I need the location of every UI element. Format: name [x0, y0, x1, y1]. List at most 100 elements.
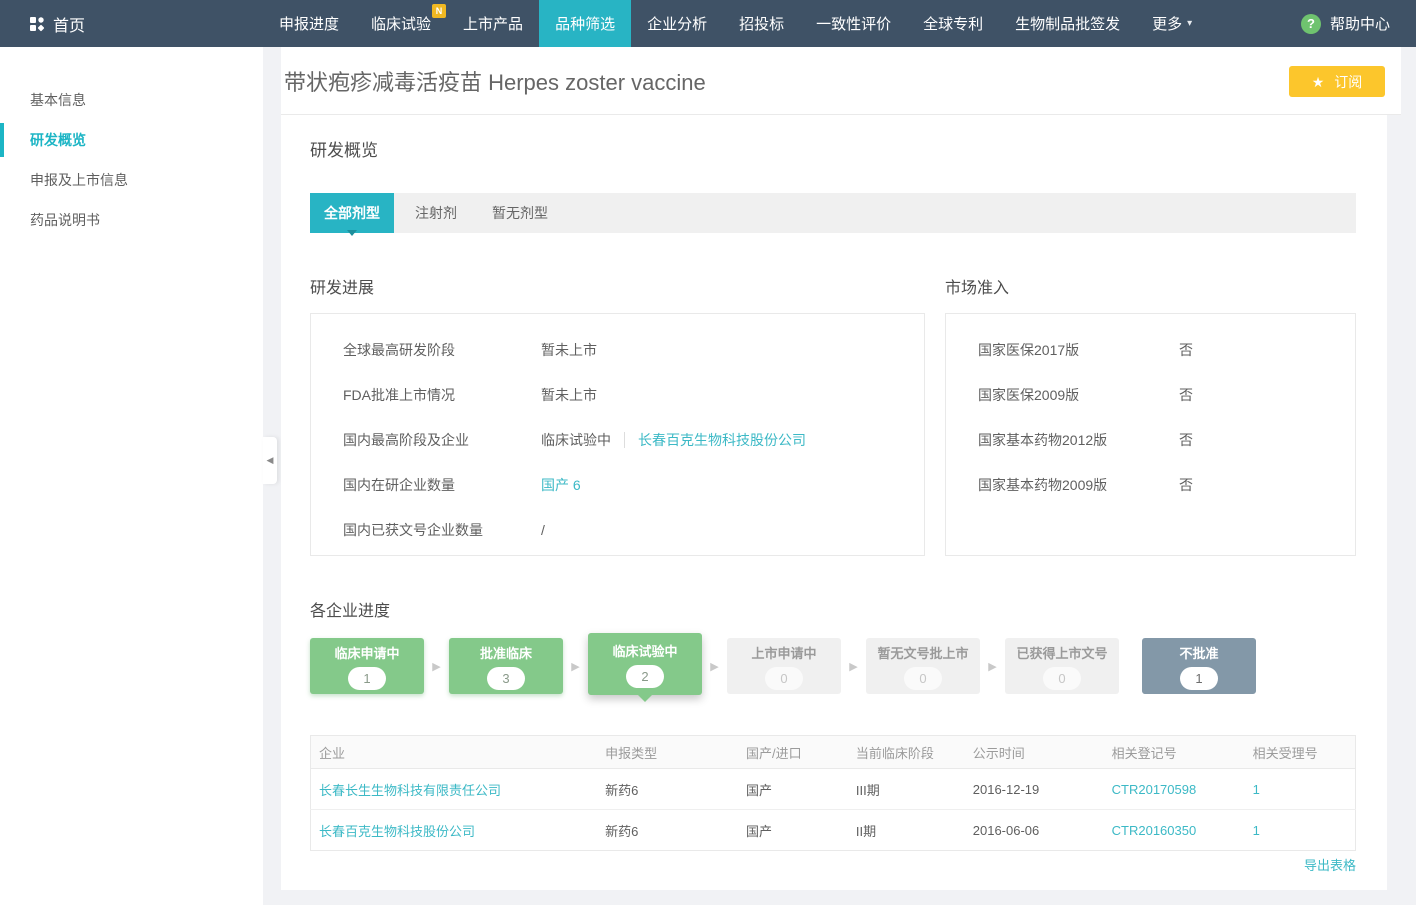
panel-row: FDA批准上市情况 暂未上市 [311, 372, 924, 417]
row-value: 暂未上市 [541, 340, 597, 360]
stage-label: 临床申请中 [334, 643, 399, 662]
col-origin: 国产/进口 [738, 736, 848, 769]
cell-filing-type: 新药6 [597, 810, 738, 851]
panel-row: 国家医保2017版 否 [946, 327, 1355, 372]
nav-item-biologics-lot-release[interactable]: 生物制品批签发 [999, 0, 1136, 47]
panel-title-rnd-progress: 研发进展 [310, 274, 374, 298]
panel-row: 国内最高阶段及企业 临床试验中 长春百克生物科技股份公司 [311, 417, 924, 462]
stage-marketing-application[interactable]: 上市申请中 0 [727, 638, 841, 694]
company-link[interactable]: 长春长生生物科技有限责任公司 [319, 783, 501, 798]
cell-clinical-phase: III期 [848, 769, 965, 810]
sidebar-item-filing-market-info[interactable]: 申报及上市信息 [0, 160, 263, 200]
row-value: 临床试验中 [541, 430, 611, 450]
help-center-label: 帮助中心 [1330, 13, 1390, 34]
stage-clinical-approved[interactable]: 批准临床 3 [449, 638, 563, 694]
rnd-progress-panel: 全球最高研发阶段 暂未上市 FDA批准上市情况 暂未上市 国内最高阶段及企业 临… [310, 313, 925, 556]
domestic-count-link[interactable]: 国产 6 [541, 475, 581, 495]
acceptance-no-link[interactable]: 1 [1253, 823, 1260, 838]
stage-label: 上市申请中 [751, 643, 816, 662]
row-label: FDA批准上市情况 [343, 385, 541, 405]
panel-row: 国家医保2009版 否 [946, 372, 1355, 417]
col-publish-date: 公示时间 [965, 736, 1104, 769]
col-clinical-phase: 当前临床阶段 [848, 736, 965, 769]
stage-in-clinical-trial[interactable]: 临床试验中 2 [588, 633, 702, 695]
tab-injection[interactable]: 注射剂 [394, 193, 478, 233]
stage-count: 0 [1043, 667, 1081, 690]
tab-all-dosage-forms[interactable]: 全部剂型 [310, 193, 394, 233]
sidebar-item-rd-overview[interactable]: 研发概览 [0, 120, 263, 160]
sidebar-item-basic-info[interactable]: 基本信息 [0, 80, 263, 120]
tab-no-dosage-form[interactable]: 暂无剂型 [478, 193, 562, 233]
company-link[interactable]: 长春百克生物科技股份公司 [638, 430, 806, 450]
registration-no-link[interactable]: CTR20160350 [1112, 823, 1197, 838]
nav-item-more[interactable]: 更多 ▾ [1136, 0, 1208, 47]
question-mark-icon: ? [1301, 14, 1321, 34]
row-label: 国内已获文号企业数量 [343, 520, 541, 540]
col-filing-type: 申报类型 [597, 736, 738, 769]
nav-item-clinical-trials[interactable]: 临床试验 N [355, 0, 447, 47]
stage-count: 0 [904, 667, 942, 690]
chevron-left-icon: ◀ [267, 455, 274, 466]
col-company: 企业 [311, 736, 598, 769]
panel-row: 国内在研企业数量 国产 6 [311, 462, 924, 507]
row-label: 国家医保2017版 [978, 340, 1179, 360]
stage-clinical-application[interactable]: 临床申请中 1 [310, 638, 424, 694]
section-title-company-progress: 各企业进度 [310, 597, 390, 621]
row-value: 否 [1179, 340, 1193, 360]
row-value: 否 [1179, 430, 1193, 450]
nav-item-consistency-evaluation[interactable]: 一致性评价 [800, 0, 907, 47]
stage-label: 暂无文号批上市 [877, 643, 968, 662]
nav-item-filing-progress[interactable]: 申报进度 [263, 0, 355, 47]
row-label: 全球最高研发阶段 [343, 340, 541, 360]
row-value: 否 [1179, 385, 1193, 405]
panel-row: 国家基本药物2012版 否 [946, 417, 1355, 462]
stage-count: 1 [1180, 667, 1218, 690]
stage-approved-no-license[interactable]: 暂无文号批上市 0 [866, 638, 980, 694]
arrow-right-icon: ▶ [702, 638, 727, 694]
stage-count: 1 [348, 667, 386, 690]
subscribe-button[interactable]: ★ 订阅 [1289, 66, 1385, 97]
row-label: 国家医保2009版 [978, 385, 1179, 405]
company-progress-flow: 临床申请中 1 ▶ 批准临床 3 ▶ 临床试验中 2 ▶ 上市申请中 0 ▶ 暂… [310, 638, 1256, 695]
sidebar-collapse-handle[interactable]: ◀ [263, 437, 277, 484]
nav-item-marketed-products[interactable]: 上市产品 [447, 0, 539, 47]
vertical-divider [624, 432, 625, 448]
panel-row: 国家基本药物2009版 否 [946, 462, 1355, 507]
row-label: 国内在研企业数量 [343, 475, 541, 495]
registration-no-link[interactable]: CTR20170598 [1112, 782, 1197, 797]
sidebar-item-drug-label[interactable]: 药品说明书 [0, 200, 263, 240]
arrow-right-icon: ▶ [980, 638, 1005, 694]
market-access-panel: 国家医保2017版 否 国家医保2009版 否 国家基本药物2012版 否 国家… [945, 313, 1356, 556]
stage-not-approved[interactable]: 不批准 1 [1142, 638, 1256, 694]
export-table-link[interactable]: 导出表格 [1304, 855, 1356, 874]
nav-item-bidding[interactable]: 招投标 [723, 0, 800, 47]
dosage-form-tabbar: 全部剂型 注射剂 暂无剂型 [310, 193, 1356, 233]
nav-item-company-analysis[interactable]: 企业分析 [631, 0, 723, 47]
stage-license-obtained[interactable]: 已获得上市文号 0 [1005, 638, 1119, 694]
panel-row: 国内已获文号企业数量 / [311, 507, 924, 552]
chevron-down-icon: ▾ [1187, 18, 1192, 29]
stage-label: 批准临床 [480, 643, 532, 662]
nav-item-variety-screening[interactable]: 品种筛选 [539, 0, 631, 47]
top-navbar: 首页 申报进度 临床试验 N 上市产品 品种筛选 企业分析 招投标 一致性评价 … [0, 0, 1416, 47]
nav-item-label: 更多 [1152, 13, 1182, 34]
new-badge: N [432, 4, 446, 18]
cell-publish-date: 2016-12-19 [965, 769, 1104, 810]
table-row: 长春长生生物科技有限责任公司 新药6 国产 III期 2016-12-19 CT… [311, 769, 1356, 810]
help-center[interactable]: ? 帮助中心 [1301, 0, 1416, 47]
rd-overview-section: 研发概览 全部剂型 注射剂 暂无剂型 研发进展 市场准入 全球最高研发阶段 暂未… [281, 115, 1387, 890]
cell-filing-type: 新药6 [597, 769, 738, 810]
row-label: 国家基本药物2009版 [978, 475, 1179, 495]
acceptance-no-link[interactable]: 1 [1253, 782, 1260, 797]
row-value: 暂未上市 [541, 385, 597, 405]
flow-spacer [1119, 638, 1142, 694]
nav-item-label: 临床试验 [371, 13, 431, 34]
company-link[interactable]: 长春百克生物科技股份公司 [319, 824, 475, 839]
stage-count: 2 [626, 665, 664, 688]
nav-home[interactable]: 首页 [0, 0, 85, 47]
section-title-rd-overview: 研发概览 [310, 136, 378, 161]
cell-origin: 国产 [738, 769, 848, 810]
left-sidebar: 基本信息 研发概览 申报及上市信息 药品说明书 [0, 47, 263, 905]
nav-item-global-patents[interactable]: 全球专利 [907, 0, 999, 47]
stage-label: 已获得上市文号 [1016, 643, 1107, 662]
